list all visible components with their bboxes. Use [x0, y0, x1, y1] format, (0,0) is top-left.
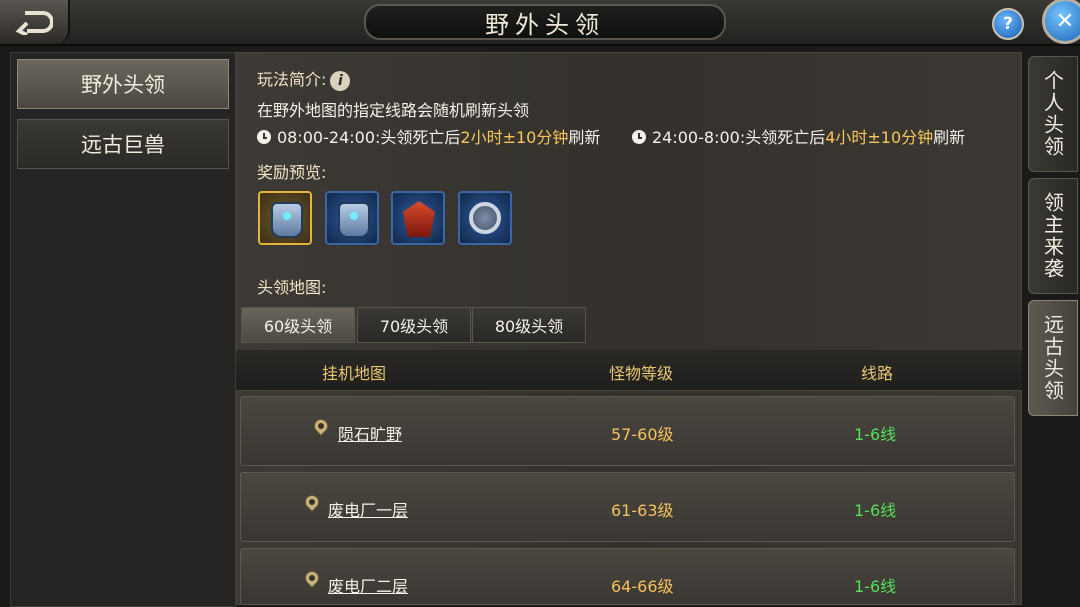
- table-row[interactable]: 废电厂二层 64-66级 1-6线: [240, 548, 1015, 605]
- header-line: 线路: [861, 360, 893, 384]
- tab-personal-boss[interactable]: 个人头领: [1028, 56, 1078, 172]
- reward-item-4[interactable]: [458, 191, 512, 245]
- clock-icon: [632, 130, 646, 144]
- location-pin-icon: [313, 419, 329, 439]
- reward-item-3[interactable]: [391, 191, 445, 245]
- line-range: 1-6线: [854, 497, 896, 521]
- intro-label: 玩法简介:: [257, 70, 326, 89]
- close-icon: ✕: [1056, 9, 1074, 34]
- help-button[interactable]: ?: [992, 8, 1024, 40]
- schedule-night: 24:00-8:00:头领死亡后4小时±10分钟刷新: [632, 124, 965, 148]
- location-pin-icon: [304, 571, 320, 591]
- tab-lord-raid[interactable]: 领主来袭: [1028, 178, 1078, 294]
- line-range: 1-6线: [854, 573, 896, 597]
- schedule-day-highlight: 2小时±10分钟: [460, 128, 568, 147]
- schedule-night-post: 刷新: [933, 128, 965, 147]
- left-tab-ancient-beast[interactable]: 远古巨兽: [17, 119, 229, 169]
- table-row[interactable]: 陨石旷野 57-60级 1-6线: [240, 396, 1015, 466]
- top-bar: 野外头领 ? ✕: [0, 0, 1080, 46]
- ring-icon: [469, 202, 501, 234]
- header-map: 挂机地图: [322, 360, 386, 384]
- info-icon[interactable]: i: [330, 71, 350, 91]
- monster-level: 57-60级: [611, 421, 674, 445]
- left-tab-wild-boss[interactable]: 野外头领: [17, 59, 229, 109]
- reward-item-1[interactable]: [258, 191, 312, 245]
- monster-level: 64-66级: [611, 573, 674, 597]
- reward-item-2[interactable]: [325, 191, 379, 245]
- monster-level: 61-63级: [611, 497, 674, 521]
- schedule-night-pre: 24:00-8:00:头领死亡后: [652, 128, 825, 147]
- boss-map-label: 头领地图:: [257, 274, 326, 298]
- tab-level-80[interactable]: 80级头领: [472, 307, 586, 343]
- table-header: 挂机地图 怪物等级 线路: [236, 350, 1022, 391]
- question-icon: ?: [1003, 14, 1013, 34]
- intro-description: 在野外地图的指定线路会随机刷新头领: [257, 97, 529, 121]
- line-range: 1-6线: [854, 421, 896, 445]
- clock-icon: [257, 130, 271, 144]
- intro-section: 玩法简介:i: [257, 66, 350, 91]
- map-link[interactable]: 陨石旷野: [338, 421, 402, 445]
- schedule-day: 08:00-24:00:头领死亡后2小时±10分钟刷新: [257, 124, 600, 148]
- reward-label: 奖励预览:: [257, 159, 326, 183]
- back-button[interactable]: [0, 0, 70, 44]
- left-category-panel: 野外头领 远古巨兽: [10, 52, 236, 607]
- header-monster-level: 怪物等级: [609, 360, 673, 384]
- helmet-icon: [403, 201, 435, 237]
- tab-ancient-boss[interactable]: 远古头领: [1028, 300, 1078, 416]
- back-arrow-icon: [15, 9, 53, 35]
- schedule-night-highlight: 4小时±10分钟: [825, 128, 933, 147]
- table-row[interactable]: 废电厂一层 61-63级 1-6线: [240, 472, 1015, 542]
- page-title: 野外头领: [364, 4, 726, 40]
- schedule-day-post: 刷新: [568, 128, 600, 147]
- schedule-day-pre: 08:00-24:00:头领死亡后: [277, 128, 460, 147]
- location-pin-icon: [304, 495, 320, 515]
- armor-blue-icon: [338, 202, 370, 238]
- tab-level-70[interactable]: 70级头领: [357, 307, 471, 343]
- close-button[interactable]: ✕: [1042, 0, 1080, 44]
- armor-gold-icon: [271, 202, 303, 238]
- map-link[interactable]: 废电厂二层: [328, 573, 408, 597]
- map-link[interactable]: 废电厂一层: [328, 497, 408, 521]
- tab-level-60[interactable]: 60级头领: [241, 307, 355, 343]
